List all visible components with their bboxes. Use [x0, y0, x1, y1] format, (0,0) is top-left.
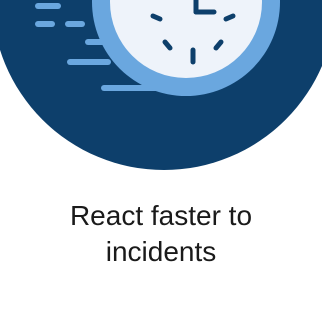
caption-line-1: React faster to	[69, 200, 253, 231]
caption-line-2: incidents	[105, 236, 217, 267]
fast-clock-illustration	[0, 0, 322, 170]
caption: React faster to incidents	[0, 198, 322, 270]
